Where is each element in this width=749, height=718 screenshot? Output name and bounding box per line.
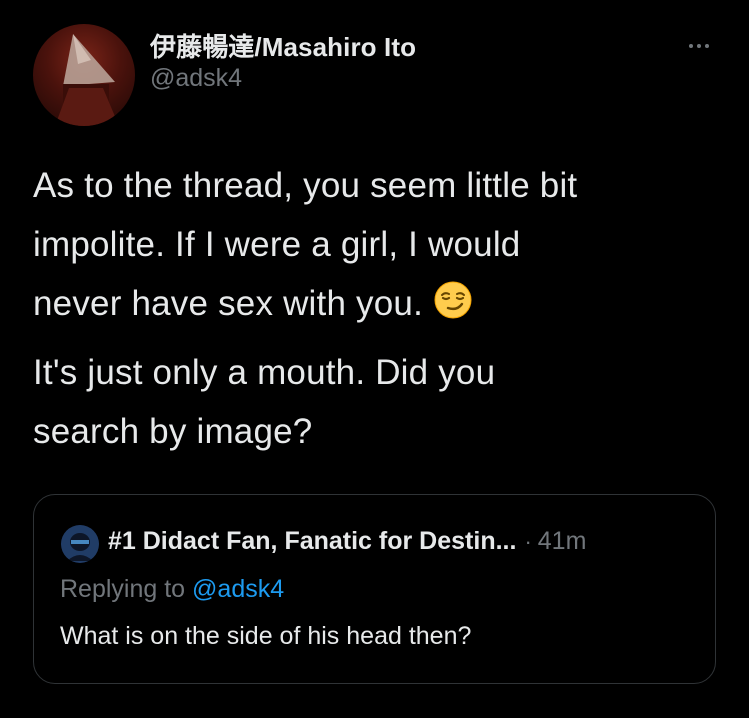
quoted-tweet-text: What is on the side of his head then?: [60, 622, 472, 650]
tweet-text-line: never have sex with you.: [33, 284, 424, 323]
quoted-header-row: #1 Didact Fan, Fanatic for Destin... · 4…: [108, 527, 586, 556]
replying-to-handle-link[interactable]: @adsk4: [192, 575, 284, 603]
more-horizontal-icon-dot: [697, 44, 701, 48]
author-display-name[interactable]: 伊藤暢達/Masahiro Ito: [150, 27, 416, 64]
replying-to-line: Replying to @adsk4: [60, 575, 284, 604]
replying-to-label: Replying to: [60, 575, 193, 603]
tweet-text-line: search by image?: [33, 412, 313, 451]
quoted-timestamp[interactable]: 41m: [538, 527, 587, 556]
tweet-text-line: It's just only a mouth. Did you: [33, 353, 496, 392]
tweet-text-line: As to the thread, you seem little bit: [33, 166, 578, 205]
pyramid-head-avatar-image: [55, 34, 119, 126]
smirking-face-icon: [434, 281, 472, 319]
tweet-text-paragraph-1: As to the thread, you seem little bit im…: [33, 156, 733, 333]
more-horizontal-icon: [689, 44, 693, 48]
more-options-button[interactable]: [676, 26, 722, 66]
quoted-author-avatar[interactable]: [61, 525, 99, 563]
quoted-display-name[interactable]: #1 Didact Fan, Fanatic for Destin...: [108, 527, 516, 556]
tweet-text-line: impolite. If I were a girl, I would: [33, 225, 521, 264]
tweet: 伊藤暢達/Masahiro Ito @adsk4 As to the threa…: [0, 0, 749, 718]
author-avatar[interactable]: [33, 24, 135, 126]
more-horizontal-icon-dot: [705, 44, 709, 48]
author-handle[interactable]: @adsk4: [150, 64, 242, 93]
dot-separator: ·: [524, 529, 532, 554]
quoted-avatar-image: [61, 525, 99, 563]
quoted-tweet-card[interactable]: #1 Didact Fan, Fanatic for Destin... · 4…: [33, 494, 716, 684]
author-name-row[interactable]: 伊藤暢達/Masahiro Ito: [150, 27, 416, 64]
tweet-text-paragraph-2: It's just only a mouth. Did you search b…: [33, 343, 733, 461]
tweet-text-line-with-emoji: never have sex with you.: [33, 274, 733, 333]
